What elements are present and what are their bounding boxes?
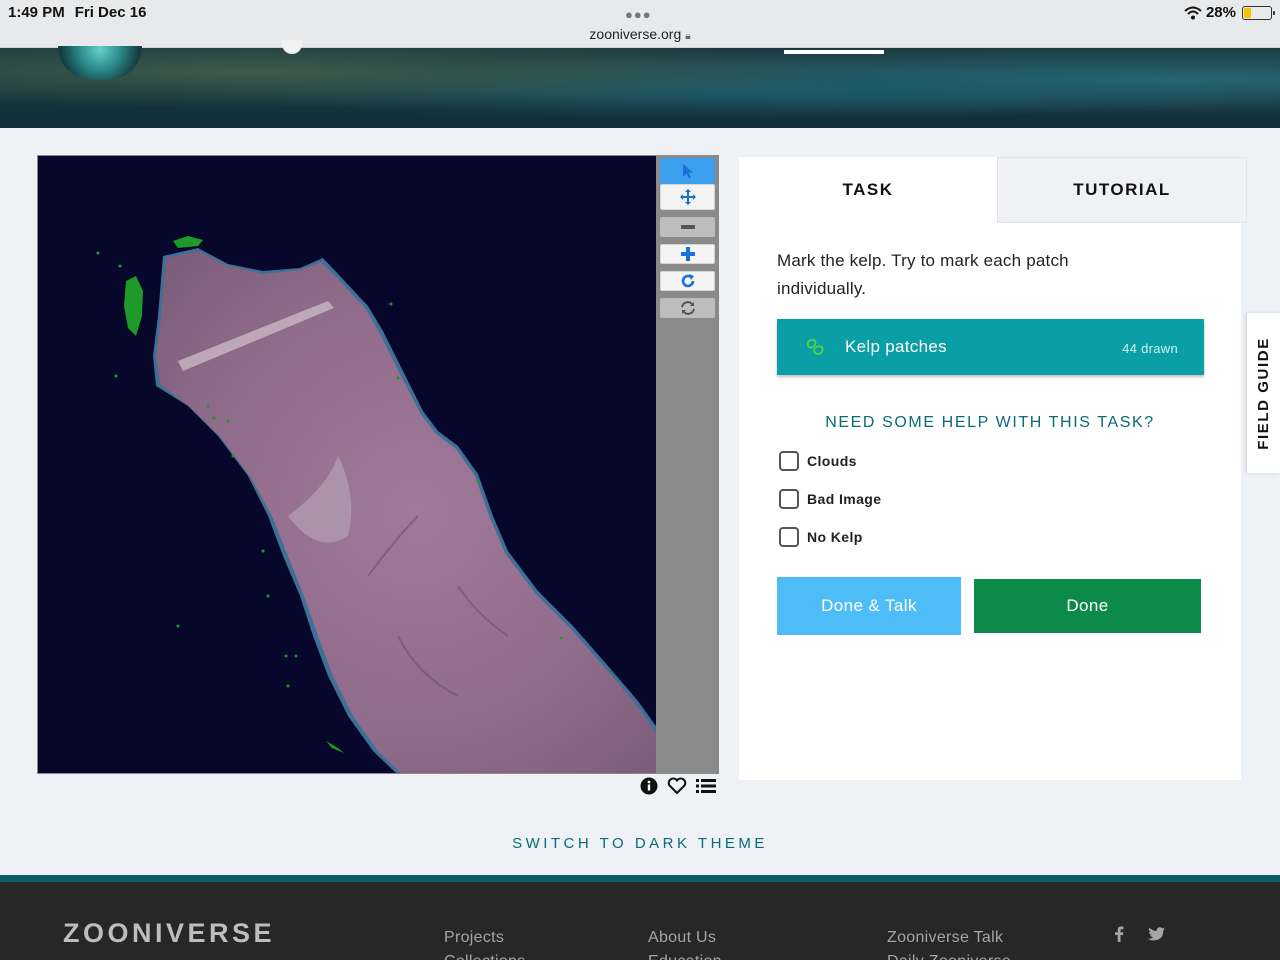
kelp-drawn-count: 44 drawn	[1122, 341, 1178, 356]
zoom-out-button[interactable]	[660, 217, 715, 237]
facebook-icon[interactable]	[1114, 926, 1124, 942]
zoom-in-button[interactable]	[660, 244, 715, 264]
list-icon[interactable]	[696, 778, 716, 794]
project-title-fragment	[282, 40, 302, 54]
battery-percent: 28%	[1205, 4, 1236, 21]
footer-column-1: Projects Collections	[444, 926, 526, 960]
done-and-talk-button[interactable]: Done & Talk	[777, 577, 961, 635]
status-date: Fri Dec 16	[74, 4, 147, 21]
social-links	[1114, 926, 1165, 942]
reset-icon	[680, 301, 695, 315]
task-help-link[interactable]: NEED SOME HELP WITH THIS TASK?	[739, 414, 1241, 432]
rotate-button[interactable]	[660, 271, 715, 291]
kelp-outline-icon	[806, 338, 824, 355]
tab-task[interactable]: TASK	[739, 157, 997, 223]
subject-meta-icons	[640, 777, 716, 795]
kelp-patches-tool-button[interactable]: Kelp patches 44 drawn	[777, 319, 1204, 375]
heart-icon[interactable]	[667, 777, 687, 795]
field-guide-tab[interactable]: FIELD GUIDE	[1247, 313, 1280, 473]
move-icon	[679, 189, 696, 205]
battery-icon	[1242, 5, 1275, 20]
footer-link-about[interactable]: About Us	[648, 926, 722, 950]
twitter-icon[interactable]	[1148, 927, 1165, 941]
clouds-checkbox[interactable]	[779, 451, 799, 471]
address-bar[interactable]: zooniverse.org 🔒︎	[0, 26, 1280, 42]
lock-icon: 🔒︎	[685, 31, 691, 42]
pointer-icon	[682, 164, 693, 179]
tab-tutorial[interactable]: TUTORIAL	[997, 157, 1247, 223]
subject-image-viewer[interactable]	[37, 155, 719, 774]
pointer-tool-button[interactable]	[660, 158, 715, 184]
status-time: 1:49 PM	[8, 4, 65, 21]
viewer-toolbar	[656, 155, 719, 774]
switch-theme-link[interactable]: SWITCH TO DARK THEME	[0, 835, 1280, 852]
footer-link-projects[interactable]: Projects	[444, 926, 526, 950]
checkbox-row-clouds[interactable]: Clouds	[779, 451, 857, 471]
checkbox-row-bad-image[interactable]: Bad Image	[779, 489, 881, 509]
bad-image-label: Bad Image	[807, 491, 882, 507]
bad-image-checkbox[interactable]	[779, 489, 799, 509]
rotate-icon	[681, 274, 694, 288]
task-panel: TASK TUTORIAL Mark the kelp. Try to mark…	[739, 157, 1247, 780]
footer-column-3: Zooniverse Talk Daily Zooniverse	[887, 926, 1011, 960]
project-avatar[interactable]	[58, 46, 142, 80]
done-button[interactable]: Done	[974, 579, 1201, 633]
active-nav-underline	[784, 50, 884, 54]
footer-link-talk[interactable]: Zooniverse Talk	[887, 926, 1011, 950]
kelp-tool-label: Kelp patches	[845, 337, 947, 356]
move-tool-button[interactable]	[660, 184, 715, 210]
clock: 1:49 PM Fri Dec 16	[8, 4, 146, 21]
reset-view-button[interactable]	[660, 298, 715, 318]
no-kelp-checkbox[interactable]	[779, 527, 799, 547]
wifi-icon	[1184, 6, 1202, 19]
footer-link-education[interactable]: Education	[648, 950, 722, 960]
satellite-image[interactable]	[38, 156, 719, 774]
status-right: 28%	[1184, 4, 1275, 21]
url-text: zooniverse.org	[589, 26, 682, 42]
checkbox-row-no-kelp[interactable]: No Kelp	[779, 527, 863, 547]
battery-fill	[1244, 7, 1251, 18]
site-footer: ZOONIVERSE Projects Collections About Us…	[0, 875, 1280, 960]
info-icon[interactable]	[640, 777, 658, 795]
browser-status-bar: 1:49 PM Fri Dec 16 ●●● zooniverse.org 🔒︎ 2…	[0, 0, 1280, 48]
zooniverse-logo[interactable]: ZOONIVERSE	[63, 918, 275, 949]
zoom-out-icon	[680, 225, 695, 229]
footer-link-daily[interactable]: Daily Zooniverse	[887, 950, 1011, 960]
field-guide-label: FIELD GUIDE	[1255, 336, 1273, 450]
task-instruction: Mark the kelp. Try to mark each patch in…	[777, 251, 1069, 298]
project-hero-banner	[0, 40, 1280, 128]
more-dots-icon[interactable]: ●●●	[625, 7, 652, 22]
footer-column-2: About Us Education	[648, 926, 722, 960]
no-kelp-label: No Kelp	[807, 529, 863, 545]
clouds-label: Clouds	[807, 453, 857, 469]
zoom-in-icon	[680, 247, 695, 261]
footer-link-collections[interactable]: Collections	[444, 950, 526, 960]
